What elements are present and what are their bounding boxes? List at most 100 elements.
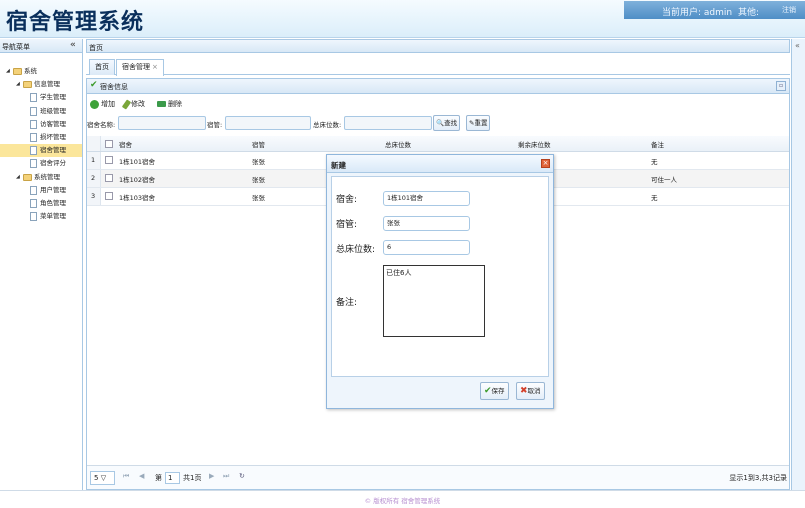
page-size-select[interactable]: 5 ▽ [90,471,115,485]
note-label: 备注: [336,298,358,308]
col-free-beds[interactable]: 剩余床位数 [518,139,551,149]
manager-label: 宿管: [336,220,358,230]
nav-item[interactable]: 损坏管理 [0,131,82,144]
refresh-icon[interactable]: ↻ [239,472,245,480]
nav-item-label: 学生管理 [40,93,66,102]
panel-header: ✔ 宿舍信息 ▫ [87,79,789,94]
nav-item[interactable]: ◢ 信息管理 [0,78,82,91]
nav-item-label: 宿舍评分 [40,159,66,168]
nav-item-label: 信息管理 [34,80,60,89]
row-checkbox[interactable] [105,174,113,182]
page-size-value: 5 [94,474,99,482]
add-label: 增加 [101,100,115,108]
cell-note: 可住一人 [651,176,677,184]
col-dorm[interactable]: 宿舍 [119,139,132,149]
col-manager[interactable]: 宿管 [252,139,265,149]
total-beds-field[interactable]: 6 [383,240,470,255]
main-title: 首页 [89,44,103,52]
nav-item-label: 损坏管理 [40,132,66,141]
dorm-field[interactable]: 1栋101宿舍 [383,191,470,206]
app-title: 宿舍管理系统 [6,9,145,35]
nav-item[interactable]: 班级管理 [0,105,82,118]
next-page-icon[interactable]: ▶ [209,472,214,480]
expand-toggle-icon[interactable]: ◢ [16,78,20,91]
dialog-body: 宿舍: 1栋101宿舍 宿管: 张张 总床位数: 6 备注: 已住6人 [331,176,549,377]
check-icon: ✔ [484,386,492,396]
row-number: 1 [91,156,96,164]
table-header: 宿舍 宿管 总床位数 剩余床位数 备注 [87,136,789,152]
nav-item[interactable]: 宿舍评分 [0,157,82,170]
tab-close-icon[interactable]: × [152,63,158,71]
nav-item-label: 宿舍管理 [40,146,66,155]
search-button[interactable]: 🔍查找 [433,115,461,131]
select-all-checkbox[interactable] [105,140,113,148]
page-number-input[interactable]: 1 [165,472,180,484]
row-number: 3 [91,192,96,200]
tab-dorm-management[interactable]: 宿舍管理 × [116,59,164,76]
delete-button[interactable]: 删除 [157,97,182,111]
page-icon [30,198,37,208]
expand-panel-icon[interactable]: « [795,41,800,50]
close-icon[interactable]: × [541,159,550,168]
page-footer: © 版权所有 宿舍管理系统 [0,490,805,508]
user-bar: 当前用户: admin 其他: 注销 [624,1,805,19]
col-note[interactable]: 备注 [651,139,664,149]
logout-link[interactable]: 注销 [782,5,796,15]
nav-item[interactable]: ◢ 系统 [0,65,82,78]
nav-item[interactable]: ◢ 系统管理 [0,171,82,184]
nav-item[interactable]: 角色管理 [0,197,82,210]
tab-home[interactable]: 首页 [89,59,115,75]
dialog-header: 新建 × [327,155,553,173]
nav-item[interactable]: 用户管理 [0,184,82,197]
expand-toggle-icon[interactable]: ◢ [16,171,20,184]
save-button[interactable]: ✔保存 [480,382,509,400]
check-icon: ✔ [90,80,98,90]
note-textarea[interactable]: 已住6人 [383,265,485,337]
row-checkbox[interactable] [105,156,113,164]
dorm-name-input[interactable] [118,116,206,130]
reset-btn-label: 重置 [474,119,488,127]
page-icon [30,185,37,195]
manager-field[interactable]: 张张 [383,216,470,231]
row-checkbox[interactable] [105,192,113,200]
nav-title: 导航菜单 [2,43,30,51]
manager-input[interactable] [225,116,311,130]
nav-item-label: 用户管理 [40,185,66,194]
nav-item[interactable]: 学生管理 [0,91,82,104]
col-total-beds[interactable]: 总床位数 [385,139,411,149]
dialog-title: 新建 [331,161,346,170]
last-page-icon[interactable]: ⏭ [223,472,229,481]
page-icon [30,106,37,116]
nav-item-label: 班级管理 [40,106,66,115]
cancel-label: 取消 [527,387,541,395]
row-number: 2 [91,174,96,182]
nav-item[interactable]: 访客管理 [0,118,82,131]
reset-button[interactable]: ✎重置 [466,115,491,131]
nav-item-label: 角色管理 [40,198,66,207]
nav-header: 导航菜单 « [0,39,82,53]
nav-item[interactable]: 宿舍管理 [0,144,82,158]
search-icon: 🔍 [436,119,445,127]
cell-dorm: 1栋102宿舍 [119,176,156,184]
beds-input[interactable] [344,116,432,130]
beds-label: 总床位数: [313,121,342,129]
add-button[interactable]: 增加 [90,97,115,111]
right-collapsed-panel[interactable]: « [791,39,805,490]
cancel-button[interactable]: ✖取消 [516,382,545,400]
panel-tool-icon[interactable]: ▫ [776,81,786,91]
page-icon [30,119,37,129]
expand-toggle-icon[interactable]: ◢ [6,65,10,78]
prev-page-icon[interactable]: ◀ [139,472,144,480]
first-page-icon[interactable]: ⏮ [123,472,129,481]
pagination-bar: 5 ▽ ⏮ ◀ 第 1 共1页 ▶ ⏭ ↻ 显示1到3,共3记录 [87,465,789,489]
cancel-icon: ✖ [520,386,528,396]
collapse-nav-icon[interactable]: « [70,40,76,50]
folder-icon [23,173,32,181]
nav-item[interactable]: 菜单管理 [0,210,82,223]
cell-manager: 张张 [252,158,265,166]
cell-manager: 张张 [252,194,265,202]
save-label: 保存 [491,387,505,395]
nav-item-label: 系统 [24,67,37,75]
total-beds-label: 总床位数: [336,245,376,255]
edit-button[interactable]: 修改 [121,97,145,111]
